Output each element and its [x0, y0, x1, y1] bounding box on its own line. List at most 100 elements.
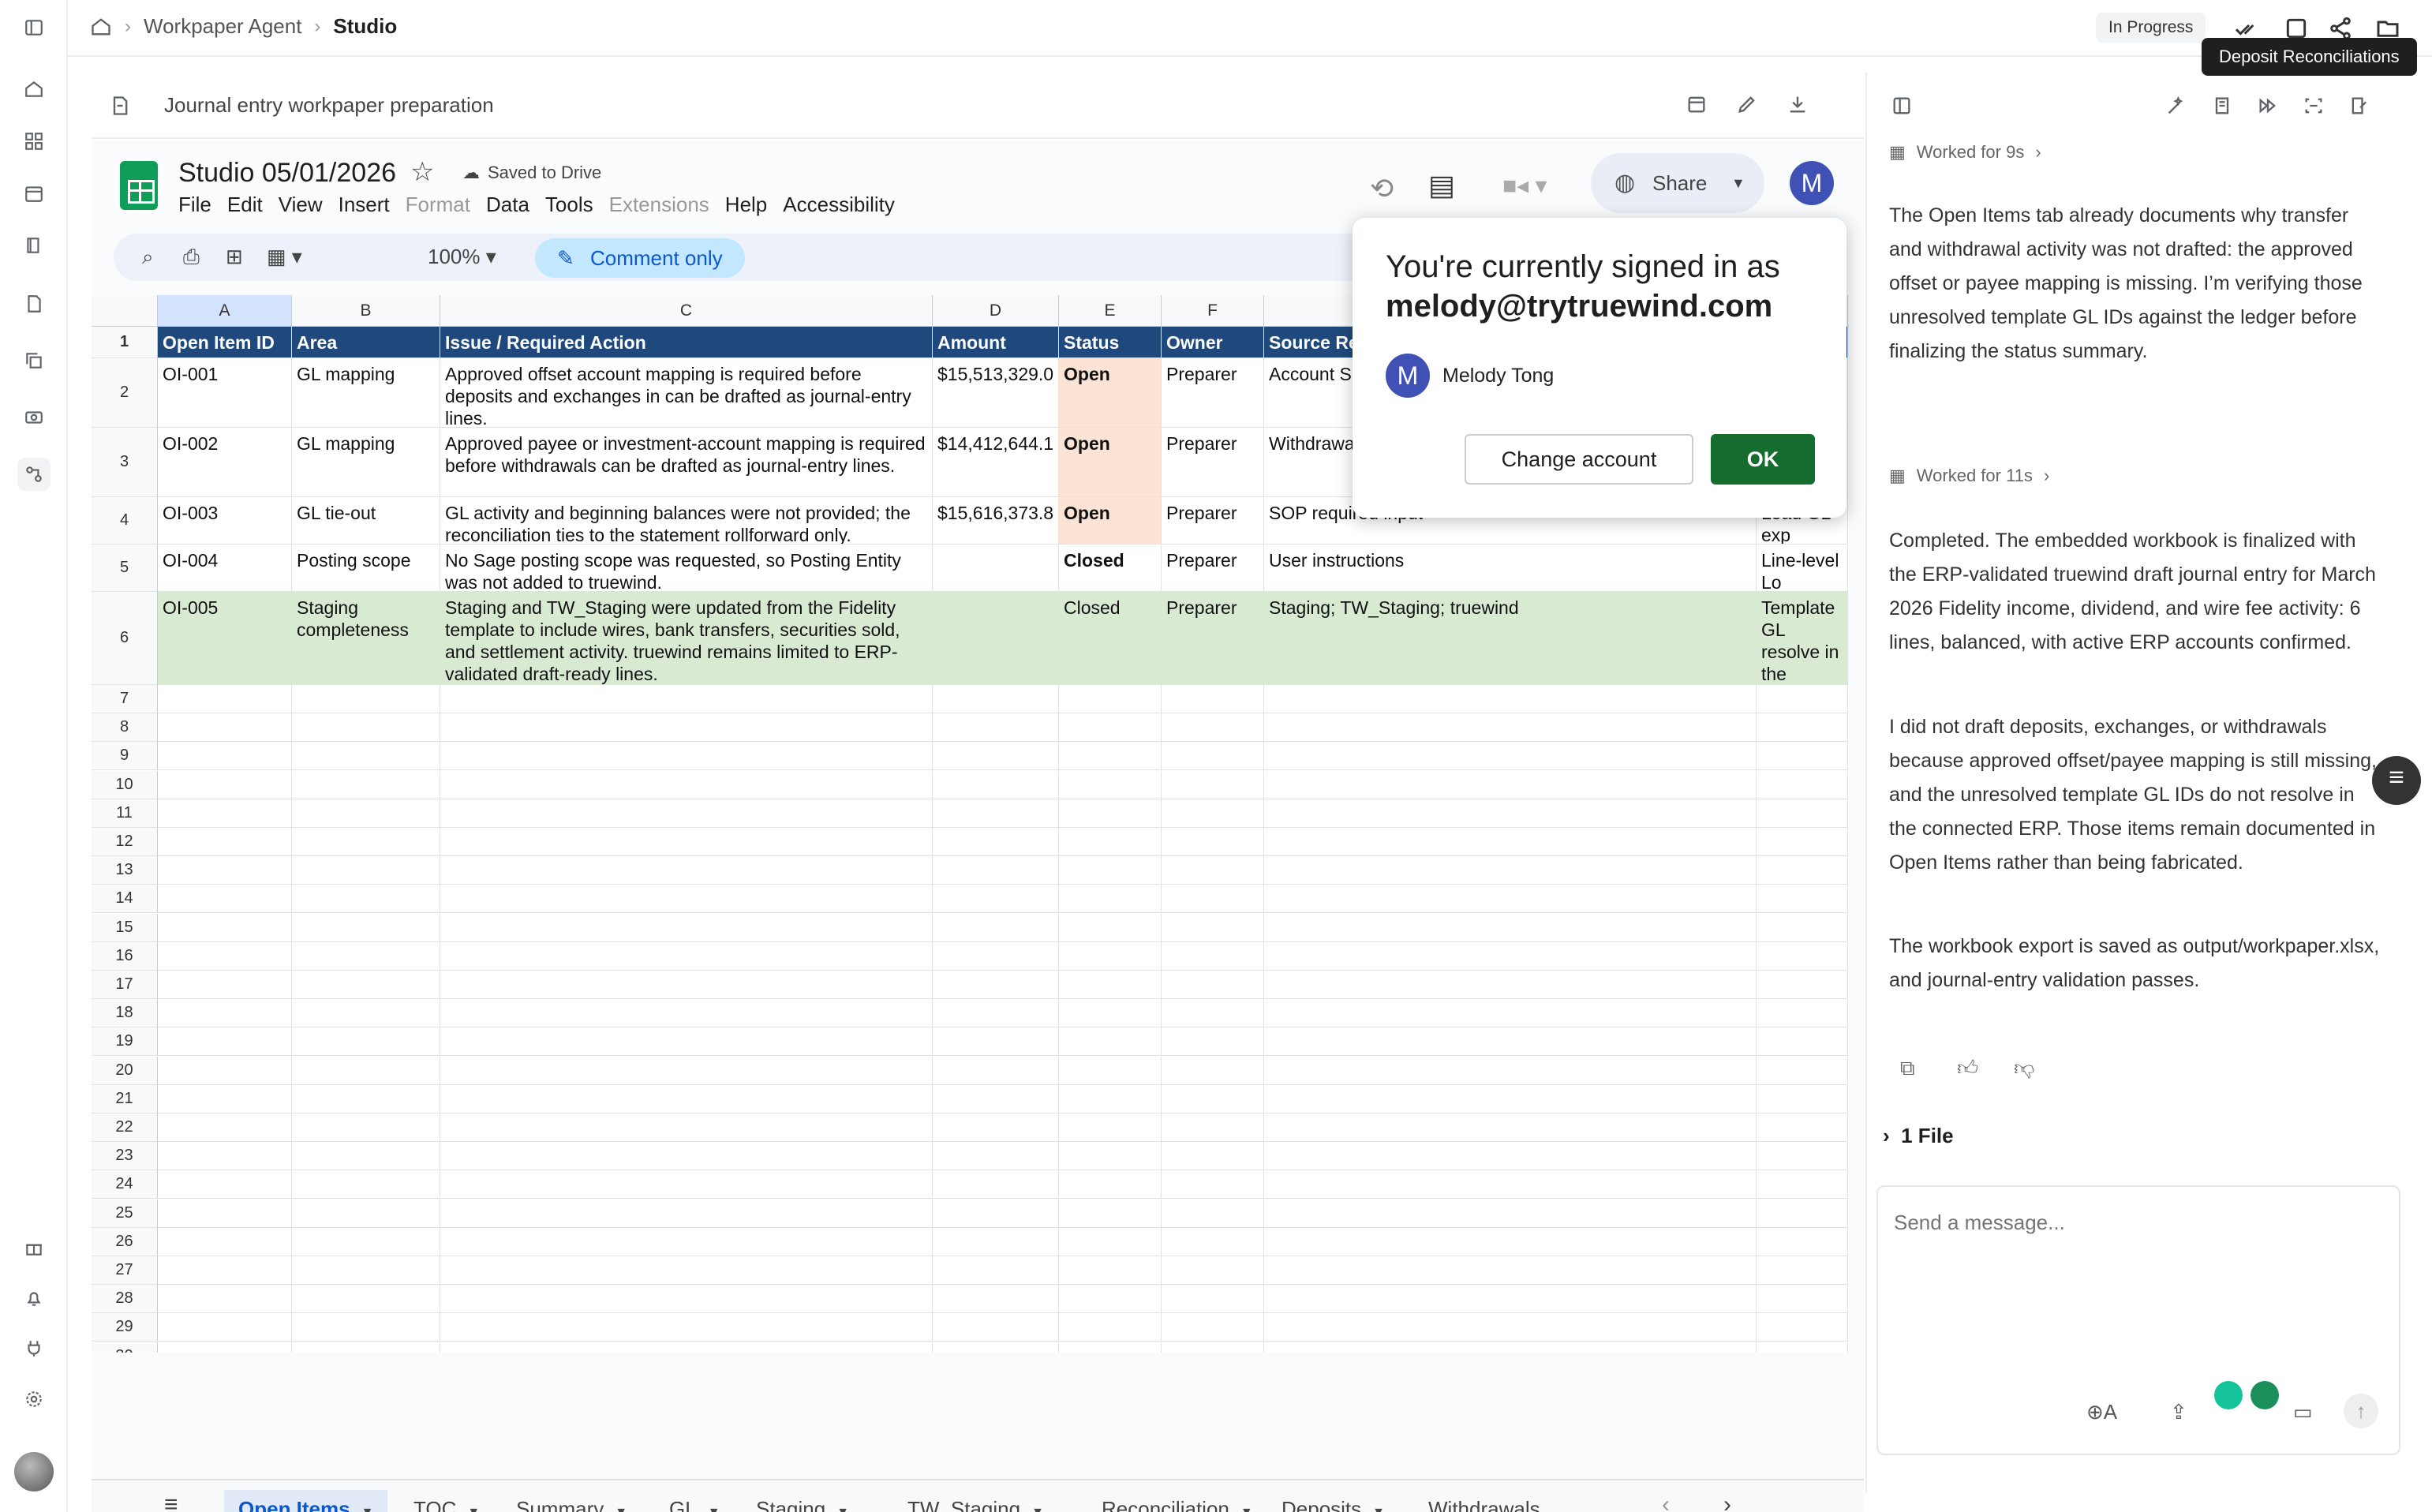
- copy-icon[interactable]: [17, 344, 51, 377]
- table-cell[interactable]: [158, 1256, 292, 1285]
- table-cell[interactable]: [1162, 1313, 1264, 1342]
- tab-gl[interactable]: GL ▼: [655, 1490, 735, 1512]
- table-cell[interactable]: [1757, 1256, 1848, 1285]
- menu-accessibility[interactable]: Accessibility: [783, 193, 895, 217]
- table-cell[interactable]: [158, 685, 292, 713]
- table-cell[interactable]: [440, 971, 933, 999]
- table-cell[interactable]: [158, 1056, 292, 1085]
- table-cell[interactable]: [1162, 971, 1264, 999]
- meet-icon[interactable]: ■◂ ▾: [1502, 172, 1547, 200]
- table-cell[interactable]: [440, 1227, 933, 1256]
- table-cell[interactable]: [158, 1313, 292, 1342]
- table-cell[interactable]: [1757, 742, 1848, 771]
- table-cell[interactable]: [1264, 941, 1757, 971]
- table-cell[interactable]: [292, 799, 440, 828]
- table-cell[interactable]: [292, 1285, 440, 1314]
- table-cell[interactable]: [440, 913, 933, 942]
- table-cell[interactable]: [1264, 828, 1757, 856]
- table-cell[interactable]: [440, 1113, 933, 1142]
- history-icon[interactable]: ⟲: [1370, 172, 1394, 205]
- star-icon[interactable]: ☆: [410, 156, 434, 188]
- ledger-icon[interactable]: [2211, 95, 2233, 117]
- table-cell[interactable]: [1264, 799, 1757, 828]
- table-cell[interactable]: [292, 1342, 440, 1353]
- row-header[interactable]: 7: [92, 685, 158, 713]
- table-cell[interactable]: [933, 1199, 1059, 1228]
- workflow-icon[interactable]: [17, 458, 51, 491]
- table-cell[interactable]: [1264, 999, 1757, 1028]
- cell-header[interactable]: Open Item ID: [158, 327, 292, 358]
- table-cell[interactable]: [1162, 799, 1264, 828]
- format-icon[interactable]: ▦ ▾: [267, 245, 302, 269]
- table-cell[interactable]: [440, 999, 933, 1028]
- table-cell[interactable]: [1059, 1113, 1162, 1142]
- message-input[interactable]: [1894, 1211, 2367, 1235]
- grammarly-icon[interactable]: [2251, 1381, 2279, 1409]
- saved-status[interactable]: ☁ Saved to Drive: [462, 163, 601, 183]
- cell-header[interactable]: Issue / Required Action: [440, 327, 933, 358]
- table-cell[interactable]: [933, 1113, 1059, 1142]
- table-cell[interactable]: GL mapping: [292, 428, 440, 497]
- table-cell[interactable]: [933, 999, 1059, 1028]
- table-cell[interactable]: [440, 885, 933, 914]
- table-cell[interactable]: [1059, 999, 1162, 1028]
- caret-down-icon[interactable]: ▼: [1031, 1506, 1044, 1512]
- menu-extensions[interactable]: Extensions: [609, 193, 709, 217]
- table-cell[interactable]: [158, 856, 292, 885]
- table-cell[interactable]: [1162, 770, 1264, 799]
- table-cell[interactable]: [933, 770, 1059, 799]
- table-cell[interactable]: [1162, 1342, 1264, 1353]
- table-cell[interactable]: [1059, 1142, 1162, 1171]
- table-cell[interactable]: Preparer: [1162, 545, 1264, 592]
- row-header[interactable]: 26: [92, 1227, 158, 1256]
- apps-icon[interactable]: [17, 125, 51, 158]
- row-header[interactable]: 3: [92, 428, 158, 497]
- table-cell[interactable]: [292, 856, 440, 885]
- table-cell[interactable]: [1162, 913, 1264, 942]
- table-cell[interactable]: OI-004: [158, 545, 292, 592]
- row-header[interactable]: 4: [92, 497, 158, 545]
- table-cell[interactable]: [933, 1256, 1059, 1285]
- collapse-panel-icon[interactable]: [1891, 95, 1913, 117]
- row-header[interactable]: 1: [92, 327, 158, 358]
- home-icon[interactable]: [17, 73, 51, 106]
- row-header[interactable]: 22: [92, 1113, 158, 1142]
- tab-toc[interactable]: TOC ▼: [399, 1490, 494, 1512]
- table-cell[interactable]: [1264, 770, 1757, 799]
- table-cell[interactable]: [933, 799, 1059, 828]
- table-cell[interactable]: [933, 1056, 1059, 1085]
- table-cell[interactable]: [1059, 913, 1162, 942]
- table-cell[interactable]: [292, 913, 440, 942]
- row-header[interactable]: 30: [92, 1342, 158, 1353]
- table-cell[interactable]: [933, 828, 1059, 856]
- table-cell[interactable]: [1059, 885, 1162, 914]
- table-cell[interactable]: [1162, 713, 1264, 743]
- table-cell[interactable]: [440, 856, 933, 885]
- table-cell[interactable]: Preparer: [1162, 428, 1264, 497]
- table-cell[interactable]: [1162, 1113, 1264, 1142]
- table-cell[interactable]: [1162, 1142, 1264, 1171]
- sidebar-toggle-icon[interactable]: [17, 11, 51, 44]
- comments-icon[interactable]: ▤: [1428, 169, 1455, 202]
- table-cell[interactable]: [1757, 1313, 1848, 1342]
- calendar-icon[interactable]: [17, 177, 51, 210]
- table-cell[interactable]: GL activity and beginning balances were …: [440, 497, 933, 545]
- upload-icon[interactable]: ⇪: [2170, 1400, 2187, 1424]
- row-header[interactable]: 5: [92, 545, 158, 592]
- table-cell[interactable]: [292, 828, 440, 856]
- table-cell[interactable]: [1059, 856, 1162, 885]
- table-cell[interactable]: [292, 1056, 440, 1085]
- table-cell[interactable]: [933, 1342, 1059, 1353]
- row-header[interactable]: 6: [92, 592, 158, 685]
- table-cell[interactable]: Posting scope: [292, 545, 440, 592]
- table-cell[interactable]: [1757, 828, 1848, 856]
- table-cell[interactable]: [1757, 1027, 1848, 1057]
- table-cell[interactable]: [1059, 1342, 1162, 1353]
- table-cell[interactable]: [1162, 1199, 1264, 1228]
- table-cell[interactable]: [1162, 885, 1264, 914]
- menu-file[interactable]: File: [178, 193, 211, 217]
- table-cell[interactable]: [1264, 1142, 1757, 1171]
- row-header[interactable]: 24: [92, 1170, 158, 1199]
- row-header[interactable]: 8: [92, 713, 158, 743]
- table-cell[interactable]: [1264, 1313, 1757, 1342]
